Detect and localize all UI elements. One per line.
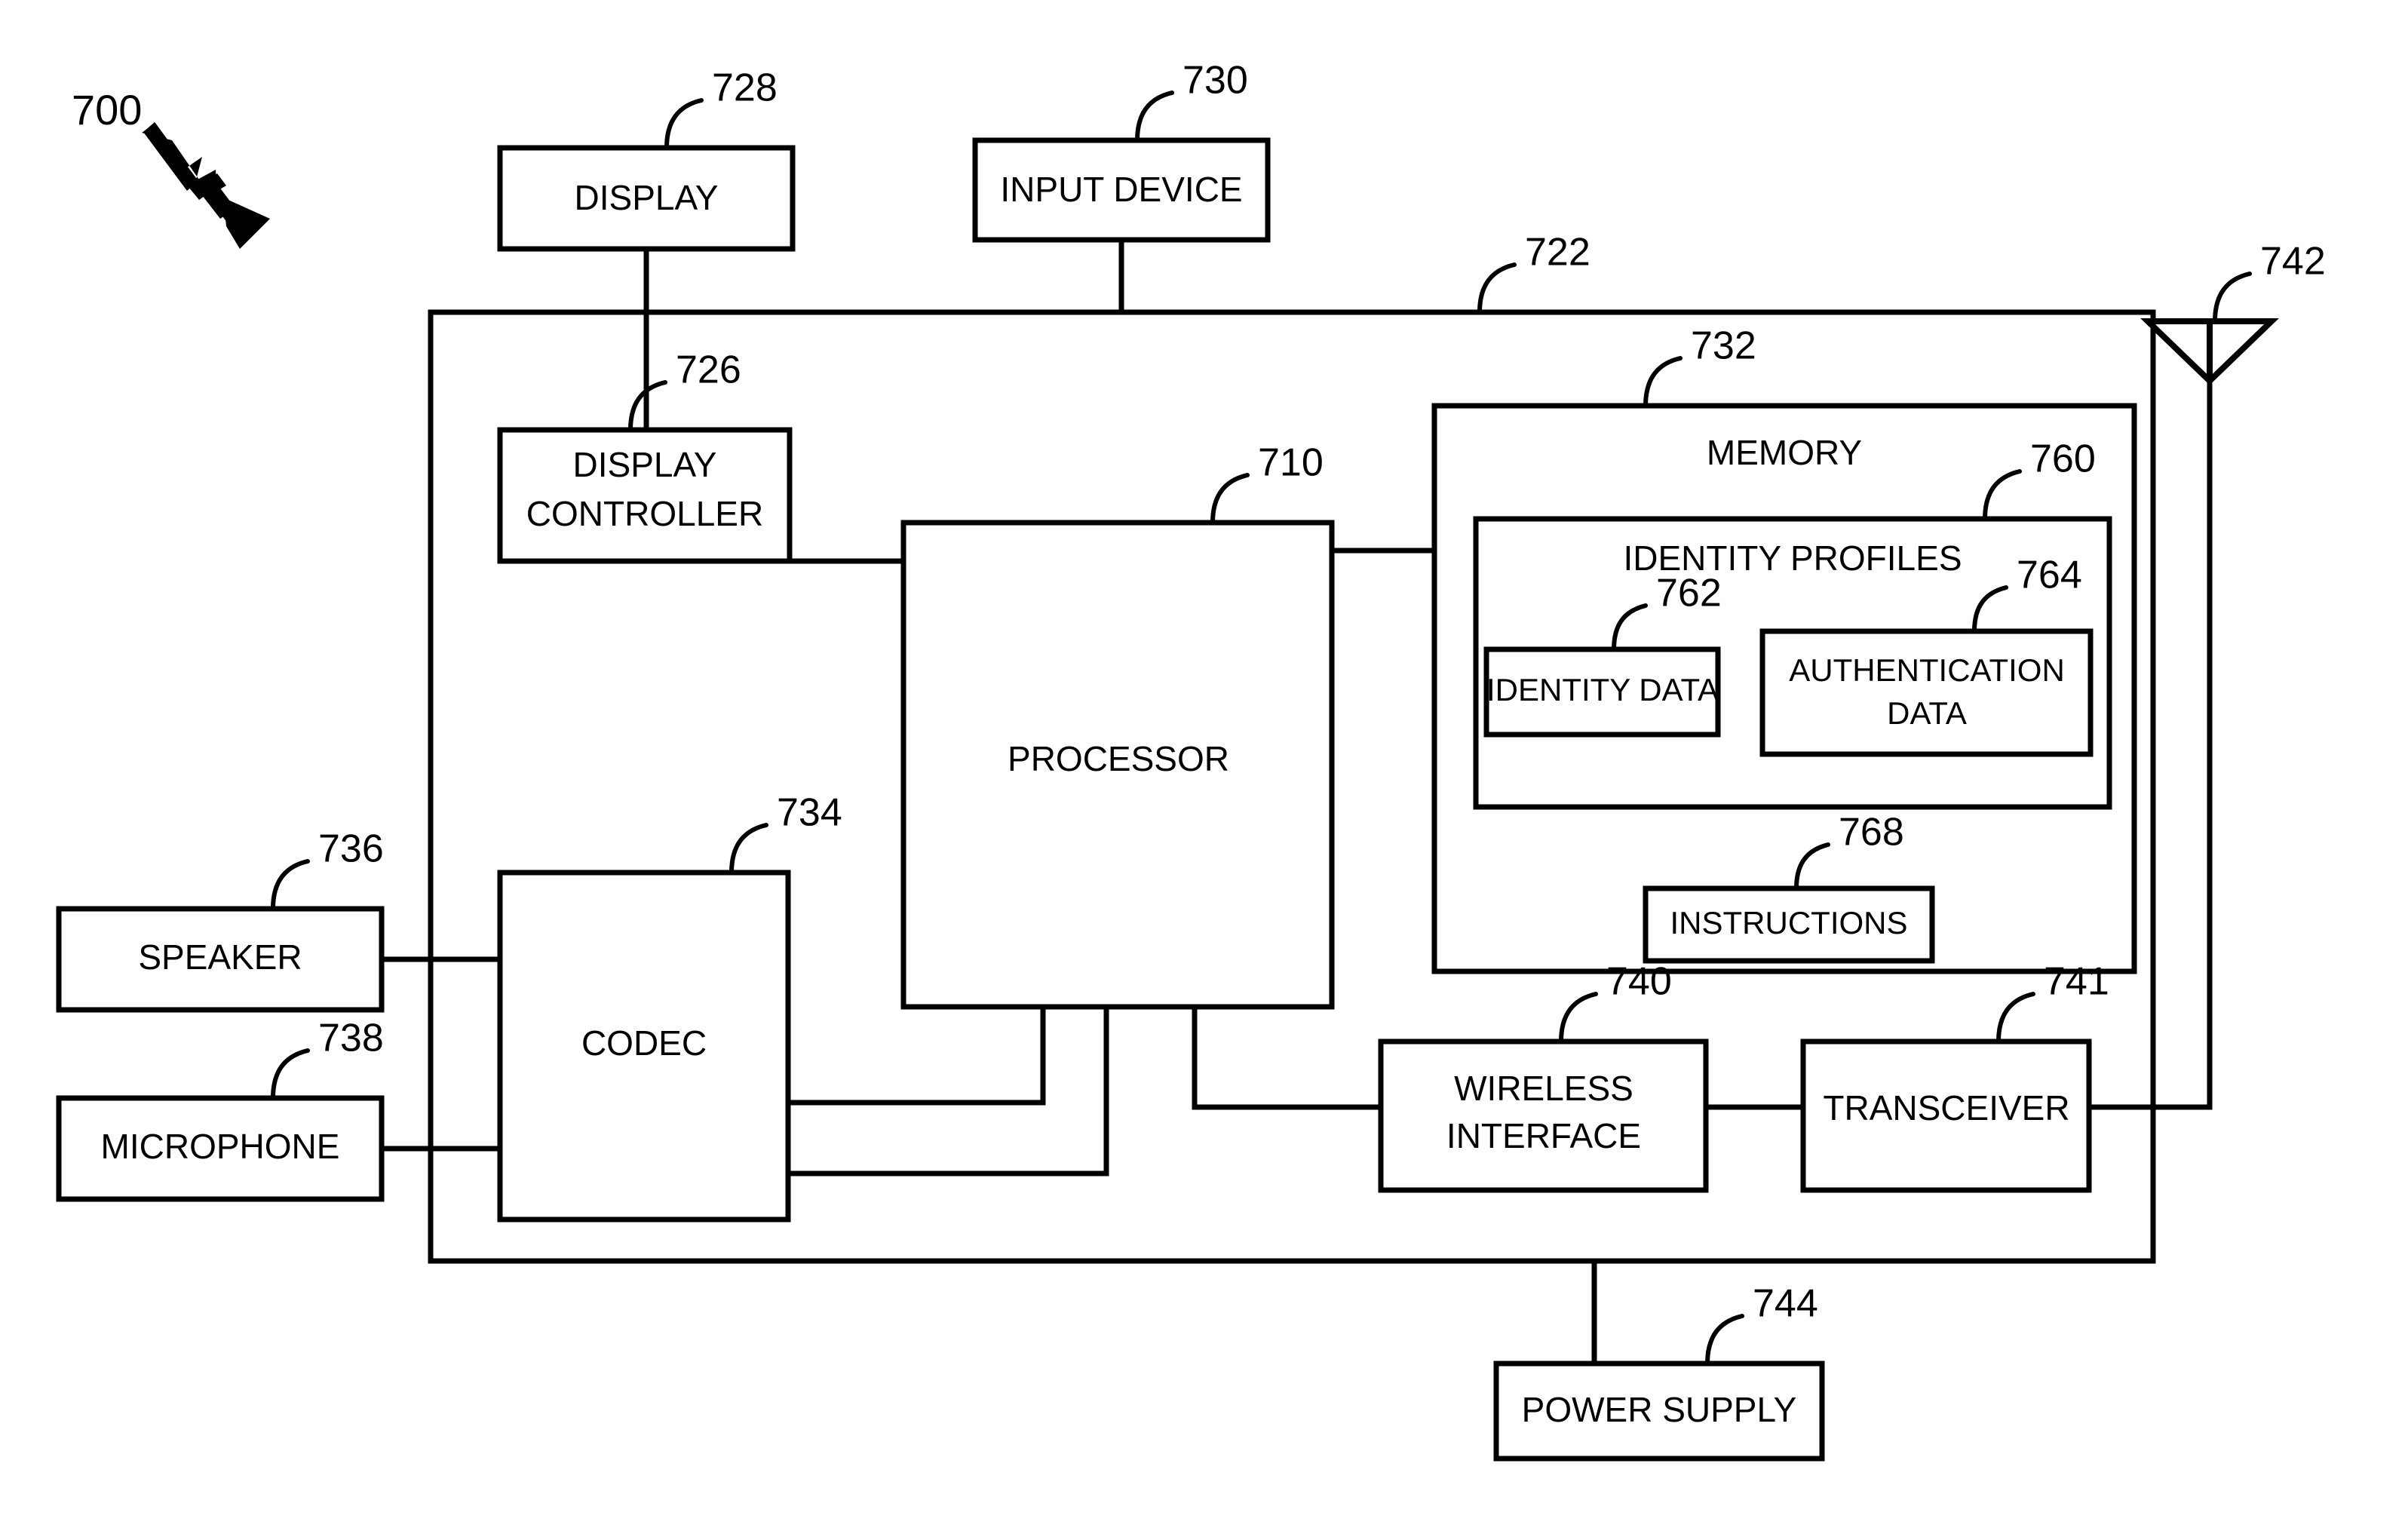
ref-numeral-732: 732 [1691, 324, 1756, 368]
figure-numeral-700: 700 [72, 86, 142, 133]
block-codec-label: CODEC [581, 1023, 707, 1063]
leader-730 [1135, 91, 1174, 143]
ref-numeral-734: 734 [777, 791, 842, 835]
block-input-device-label: INPUT DEVICE [1000, 170, 1242, 209]
patent-figure-700: DISPLAY INPUT DEVICE DISPLAY CONTROLLER … [0, 0, 2408, 1537]
block-power-supply-label: POWER SUPPLY [1522, 1390, 1797, 1429]
leader-741 [1996, 992, 2035, 1044]
ref-numeral-722: 722 [1525, 231, 1591, 275]
block-authentication-data-label-line1: AUTHENTICATION [1789, 652, 2065, 688]
block-instructions-label: INSTRUCTIONS [1670, 905, 1908, 940]
block-diagram-svg: DISPLAY INPUT DEVICE DISPLAY CONTROLLER … [56, 59, 2326, 1462]
antenna-icon [2140, 318, 2279, 385]
block-display-controller-label-line2: CONTROLLER [526, 494, 763, 533]
ref-numeral-710: 710 [1258, 441, 1324, 485]
block-speaker-label: SPEAKER [138, 937, 302, 977]
wire-processor-to-wireless-interface [1192, 1007, 1381, 1110]
ref-numeral-730: 730 [1183, 59, 1248, 103]
ref-numeral-742: 742 [2260, 240, 2326, 284]
block-identity-data-label: IDENTITY DATA [1486, 672, 1719, 707]
block-wireless-interface-label-line1: WIRELESS [1454, 1069, 1633, 1108]
leader-734 [729, 823, 768, 875]
leader-728 [664, 98, 704, 150]
ref-numeral-738: 738 [318, 1017, 384, 1060]
leader-710 [1210, 473, 1250, 525]
ref-numeral-762: 762 [1656, 572, 1722, 615]
ref-numeral-726: 726 [676, 348, 741, 392]
leader-732 [1643, 356, 1683, 408]
ref-numeral-764: 764 [2017, 554, 2082, 597]
block-wireless-interface-label-line2: INTERFACE [1446, 1116, 1641, 1155]
ref-numeral-741: 741 [2044, 960, 2109, 1004]
wire-codec-to-processor-upper [788, 1007, 1046, 1106]
ref-numeral-728: 728 [712, 66, 778, 110]
leader-742 [2213, 272, 2252, 324]
block-authentication-data[interactable] [1759, 628, 2094, 757]
ref-numeral-736: 736 [318, 827, 384, 871]
leader-740 [1559, 992, 1598, 1044]
block-processor-label: PROCESSOR [1008, 739, 1229, 778]
block-display-label: DISPLAY [575, 178, 719, 217]
leader-736 [271, 859, 310, 911]
leader-744 [1705, 1314, 1744, 1366]
ref-numeral-768: 768 [1839, 811, 1904, 854]
block-microphone-label: MICROPHONE [101, 1127, 340, 1166]
block-authentication-data-label-line2: DATA [1887, 695, 1967, 731]
block-display-controller-label-line1: DISPLAY [573, 445, 717, 484]
block-memory-label: MEMORY [1707, 433, 1862, 472]
wire-codec-to-processor-lower [788, 1007, 1109, 1177]
ref-numeral-740: 740 [1606, 960, 1672, 1004]
leader-722 [1477, 262, 1517, 314]
ref-numeral-744: 744 [1753, 1282, 1818, 1326]
lightning-arrow-icon [142, 122, 270, 249]
block-transceiver-label: TRANSCEIVER [1823, 1088, 2069, 1127]
ref-numeral-760: 760 [2030, 437, 2096, 481]
leader-738 [271, 1048, 310, 1100]
